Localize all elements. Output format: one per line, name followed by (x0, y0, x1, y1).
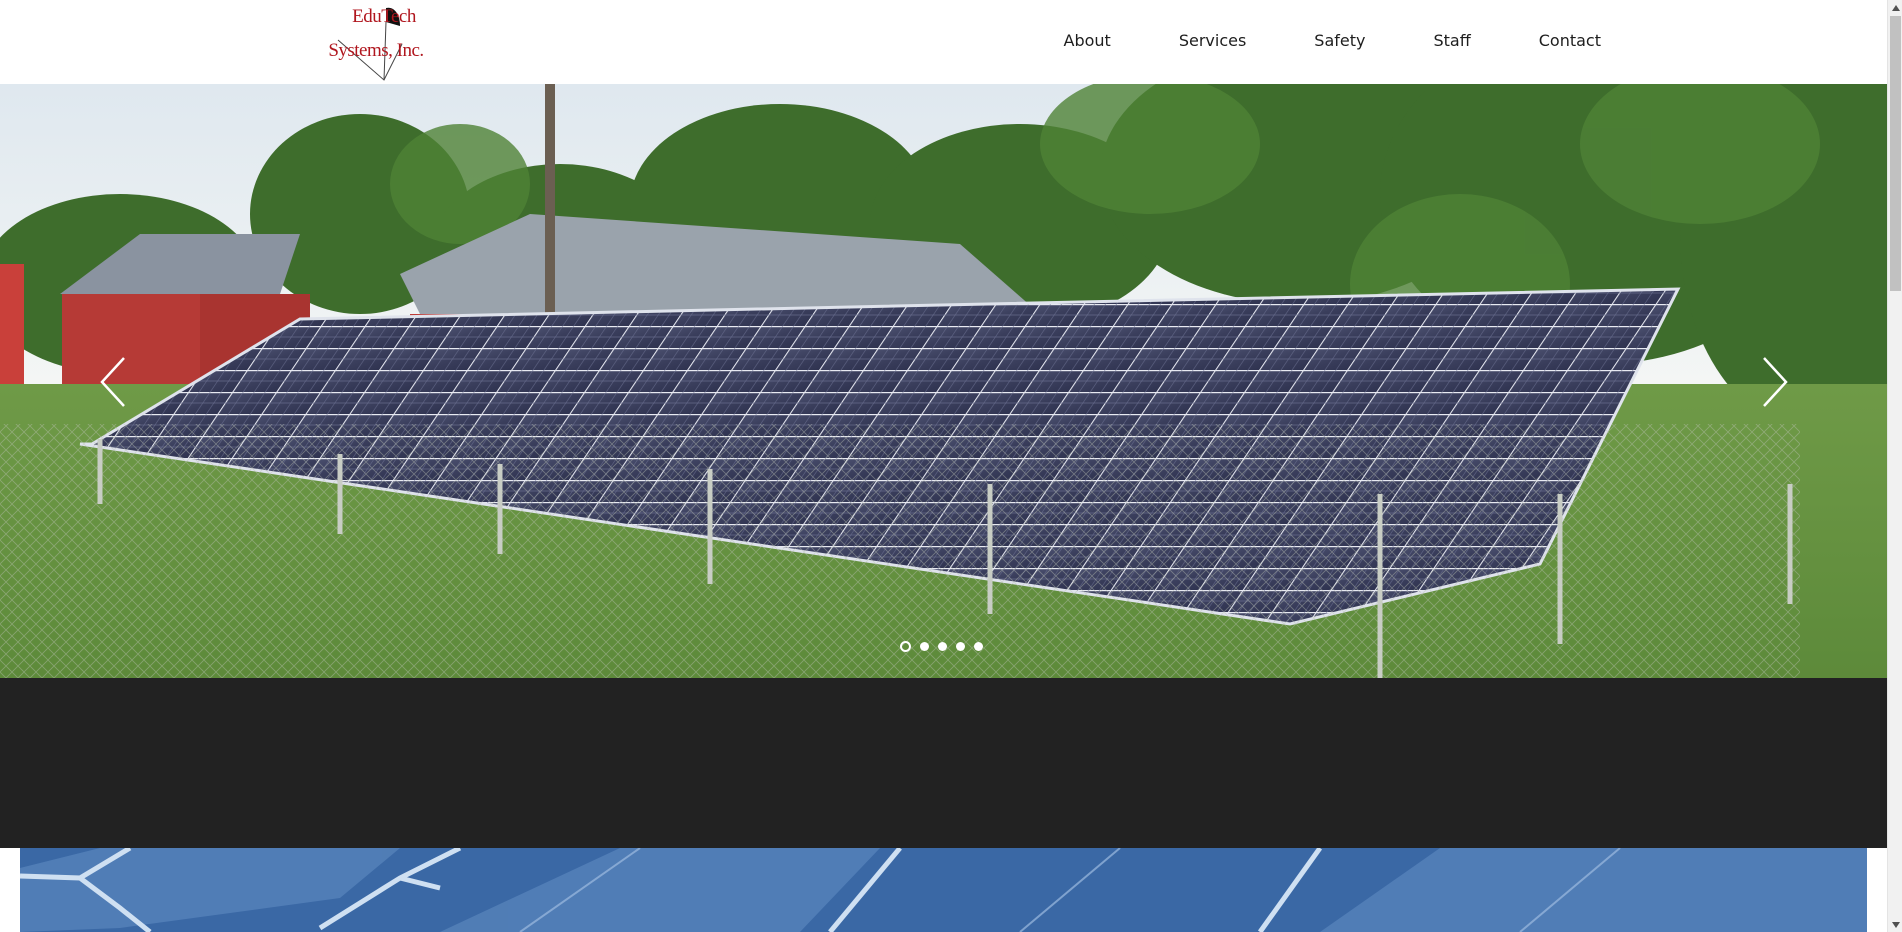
slider-prev-button[interactable] (96, 354, 130, 410)
solar-cell-closeup-image (20, 848, 1867, 932)
slider-dot-4[interactable] (956, 642, 965, 651)
triangle-up-icon (1891, 4, 1900, 11)
triangle-down-icon (1891, 921, 1900, 928)
slider-dot-2[interactable] (920, 642, 929, 651)
scroll-down-button[interactable] (1888, 917, 1902, 932)
main-nav: About Services Safety Staff Contact (996, 30, 1601, 52)
slider-dot-1[interactable] (900, 641, 911, 652)
logo-text-line2: Systems, Inc. (328, 40, 424, 61)
scrollbar-thumb[interactable] (1890, 16, 1901, 291)
slider-dot-5[interactable] (974, 642, 983, 651)
page-scrollbar[interactable] (1887, 0, 1902, 932)
nav-item-services[interactable]: Services (1179, 30, 1246, 52)
slider-next-button[interactable] (1758, 354, 1792, 410)
site-header: EduTech Systems, Inc. About Services Saf… (0, 0, 1887, 84)
nav-item-safety[interactable]: Safety (1314, 30, 1365, 52)
nav-item-contact[interactable]: Contact (1539, 30, 1601, 52)
hero-image (0, 84, 1887, 678)
hero-slider (0, 84, 1887, 678)
dark-section (0, 678, 1887, 848)
slider-pagination (900, 641, 983, 652)
chevron-left-icon (100, 357, 125, 407)
slider-dot-3[interactable] (938, 642, 947, 651)
company-logo[interactable]: EduTech Systems, Inc. (324, 4, 428, 82)
scroll-up-button[interactable] (1888, 0, 1902, 15)
solar-cell-image (20, 848, 1867, 932)
logo-text-line1: EduTech (352, 6, 416, 27)
chevron-right-icon (1763, 357, 1788, 407)
nav-item-staff[interactable]: Staff (1433, 30, 1470, 52)
nav-item-about[interactable]: About (1064, 30, 1111, 52)
